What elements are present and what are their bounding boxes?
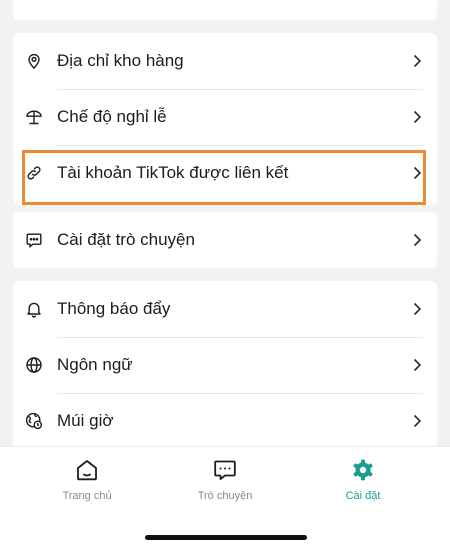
home-icon xyxy=(77,460,97,481)
push-notifications-row[interactable]: Thông báo đẩy xyxy=(13,281,437,337)
globe-icon xyxy=(25,356,43,374)
tab-settings-label: Cài đặt xyxy=(345,490,381,502)
chevron-right-icon xyxy=(413,358,422,372)
warehouse-address-row[interactable]: Địa chỉ kho hàng xyxy=(13,33,437,89)
linked-tiktok-account-row[interactable]: Tài khoản TikTok được liên kết xyxy=(13,145,437,201)
chat-bubble-icon xyxy=(25,231,43,249)
warehouse-address-label: Địa chỉ kho hàng xyxy=(57,51,184,70)
timezone-globe-icon xyxy=(25,412,43,430)
holiday-mode-label: Chế độ nghỉ lễ xyxy=(57,107,167,126)
language-row[interactable]: Ngôn ngữ xyxy=(13,337,437,393)
holiday-mode-row[interactable]: Chế độ nghỉ lễ xyxy=(13,89,437,145)
chat-settings-row[interactable]: Cài đặt trò chuyện xyxy=(13,212,437,268)
gear-icon xyxy=(353,459,373,481)
tab-chat-label: Trò chuyện xyxy=(197,490,253,502)
timezone-row[interactable]: Múi giờ xyxy=(13,393,437,446)
bell-icon xyxy=(25,300,43,318)
link-icon xyxy=(25,164,43,182)
location-pin-icon xyxy=(25,52,43,70)
chat-icon xyxy=(214,460,236,480)
settings-group-store: Địa chỉ kho hàng Chế độ nghỉ lễ Tài khoả… xyxy=(13,33,437,205)
timezone-label: Múi giờ xyxy=(57,411,114,430)
chat-settings-label: Cài đặt trò chuyện xyxy=(57,230,195,249)
chevron-right-icon xyxy=(413,54,422,68)
chevron-right-icon xyxy=(413,233,422,247)
tab-chat[interactable]: Trò chuyện xyxy=(160,457,290,502)
home-indicator xyxy=(145,535,307,540)
chevron-right-icon xyxy=(413,166,422,180)
tab-home-label: Trang chủ xyxy=(62,490,112,502)
push-notifications-label: Thông báo đẩy xyxy=(57,299,171,318)
settings-group-general: Thông báo đẩy Ngôn ngữ Múi giờ xyxy=(13,281,437,446)
chevron-right-icon xyxy=(413,414,422,428)
tab-settings[interactable]: Cài đặt xyxy=(298,457,428,502)
chevron-right-icon xyxy=(413,302,422,316)
settings-card-partial xyxy=(13,0,437,20)
chevron-right-icon xyxy=(413,110,422,124)
tab-home[interactable]: Trang chủ xyxy=(22,457,152,502)
settings-group-chat: Cài đặt trò chuyện xyxy=(13,212,437,268)
beach-umbrella-icon xyxy=(25,108,43,126)
language-label: Ngôn ngữ xyxy=(57,355,133,374)
linked-tiktok-account-label: Tài khoản TikTok được liên kết xyxy=(57,163,289,182)
